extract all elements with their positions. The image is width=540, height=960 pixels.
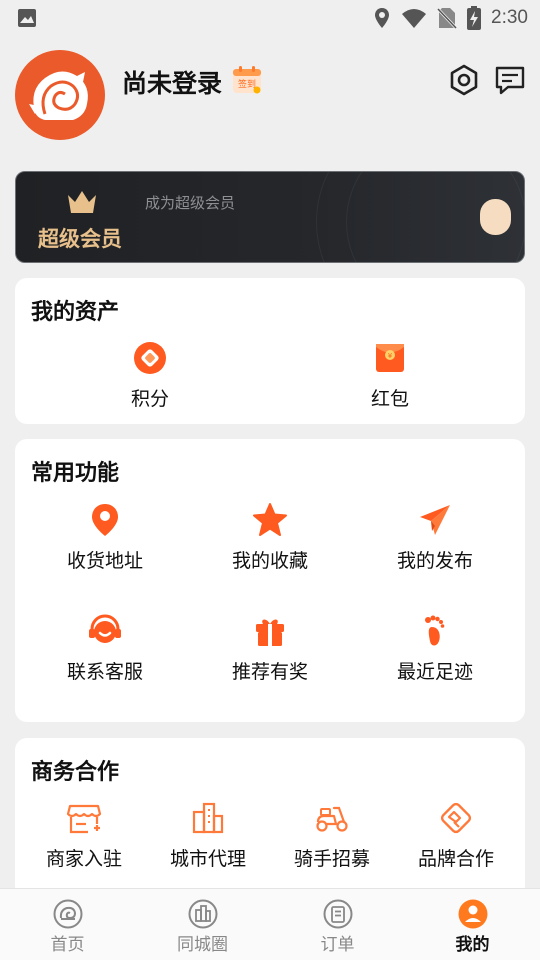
function-label: 我的收藏 (231, 550, 308, 572)
shell-home-icon (53, 899, 82, 929)
tab-label: 首页 (50, 935, 85, 955)
assets-card: 我的资产 积分 ¥ 红包 (15, 278, 525, 424)
tab-label: 订单 (320, 935, 355, 955)
gift-icon (256, 619, 284, 646)
asset-label: 红包 (370, 388, 409, 410)
tab-label: 我的 (455, 935, 490, 955)
vip-title: 超级会员 (38, 227, 122, 251)
order-list-icon (323, 899, 352, 929)
assets-title: 我的资产 (31, 300, 120, 325)
image-notification-icon (18, 9, 36, 27)
avatar[interactable] (15, 50, 105, 140)
username[interactable]: 尚未登录 (122, 64, 222, 100)
battery-charging-icon (467, 6, 482, 30)
asset-label: 积分 (130, 388, 169, 410)
shell-logo-icon (29, 71, 88, 120)
business-label: 商家入驻 (45, 848, 122, 870)
business-label: 品牌合作 (417, 848, 494, 870)
vip-subtitle: 成为超级会员 (145, 194, 236, 212)
vip-open-button[interactable] (480, 199, 511, 235)
vip-banner[interactable]: 超级会员 成为超级会员 (15, 171, 525, 263)
star-icon (253, 503, 287, 536)
svg-text:¥: ¥ (388, 352, 393, 360)
crown-icon (68, 191, 96, 213)
location-pin-icon (92, 504, 118, 536)
business-title: 商务合作 (31, 760, 120, 785)
business-label: 城市代理 (169, 848, 246, 870)
status-bar: 2:30 (0, 0, 540, 36)
settings-gear-icon[interactable] (448, 64, 480, 96)
tab-mine[interactable]: 我的 (405, 889, 540, 960)
tab-orders[interactable]: 订单 (270, 889, 405, 960)
paper-plane-icon (420, 505, 450, 535)
function-label: 最近足迹 (396, 661, 473, 683)
sign-in-calendar-icon[interactable]: 签到 (232, 65, 262, 95)
function-label: 联系客服 (66, 661, 143, 683)
tab-label: 同城圈 (177, 935, 228, 955)
city-buildings-icon (192, 802, 224, 834)
headset-icon (89, 614, 121, 643)
profile-header: 尚未登录 签到 (0, 50, 540, 142)
no-sim-icon (437, 7, 458, 29)
location-status-icon (375, 8, 390, 28)
user-profile-icon (458, 899, 487, 929)
signin-badge-text: 签到 (238, 78, 256, 90)
city-circle-icon (188, 899, 217, 929)
message-icon[interactable] (494, 64, 526, 96)
business-card: 商务合作 商家入驻 城市代理 骑手招募 品牌合作 (15, 738, 525, 898)
function-label: 我的发布 (396, 550, 473, 572)
function-label: 推荐有奖 (231, 661, 308, 683)
footprint-icon (425, 615, 445, 646)
function-label: 收货地址 (66, 550, 143, 572)
wifi-icon (402, 9, 427, 28)
storefront-icon (66, 804, 102, 834)
tab-city-circle[interactable]: 同城圈 (135, 889, 270, 960)
points-icon (134, 342, 166, 374)
bottom-tab-bar: 首页 同城圈 订单 我的 (0, 888, 540, 960)
scooter-icon (316, 806, 348, 832)
tab-home[interactable]: 首页 (0, 889, 135, 960)
business-label: 骑手招募 (293, 848, 370, 870)
red-packet-icon: ¥ (376, 344, 404, 372)
functions-card: 常用功能 收货地址 我的收藏 我的发布 联系客服 推荐有奖 最近足迹 (15, 439, 525, 722)
handshake-icon (440, 802, 472, 834)
clock: 2:30 (491, 7, 528, 28)
functions-title: 常用功能 (31, 461, 120, 486)
